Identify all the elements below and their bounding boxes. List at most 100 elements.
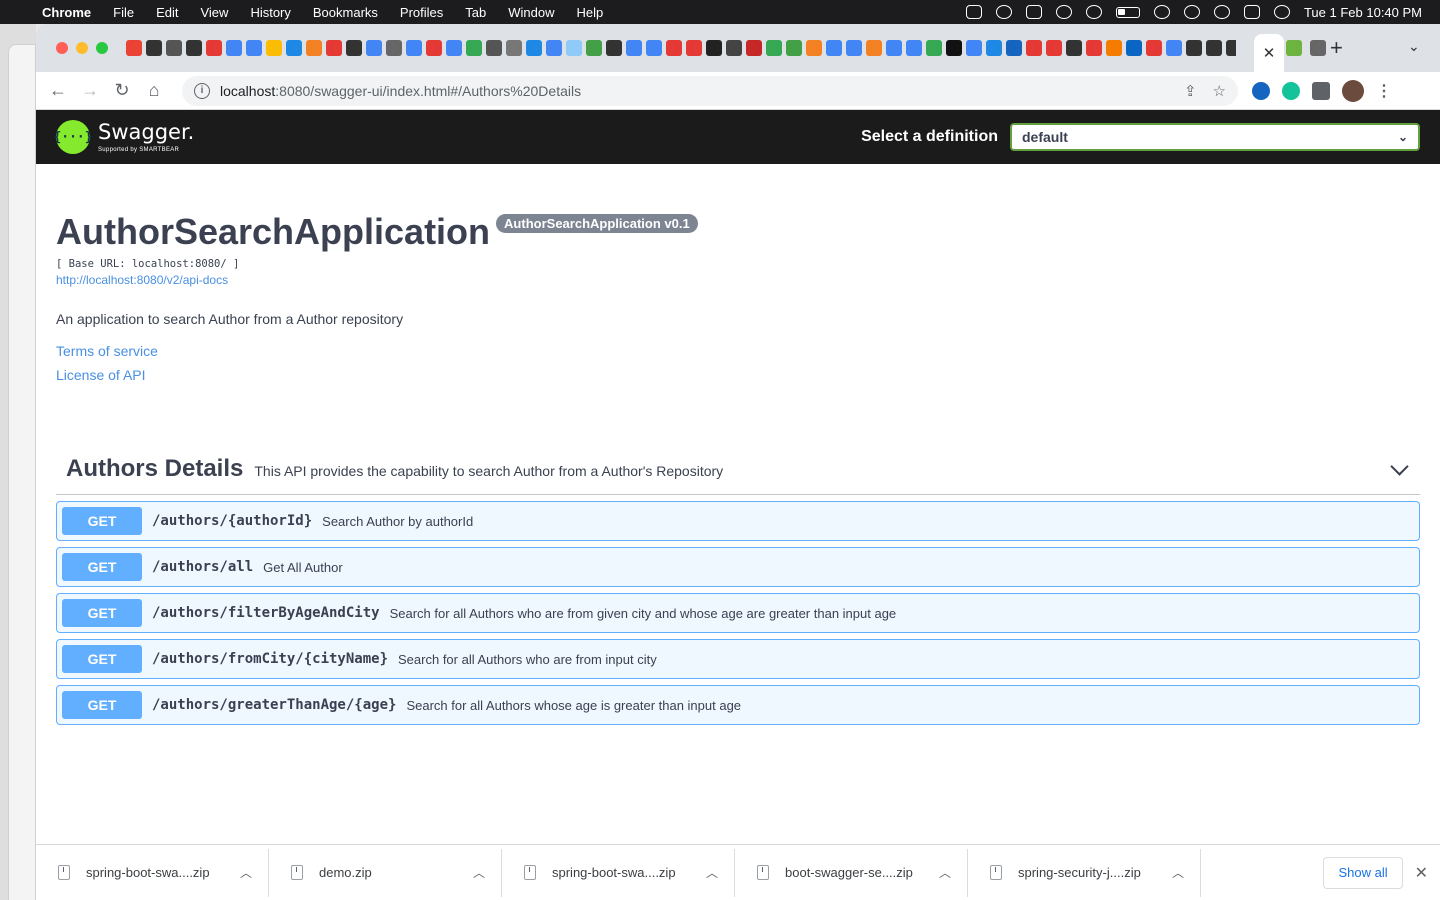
extension-icon[interactable] bbox=[1252, 81, 1270, 100]
tab-favicon-icon[interactable] bbox=[806, 40, 822, 56]
reload-icon[interactable]: ↻ bbox=[106, 80, 138, 101]
download-item[interactable]: demo.zip ︿ bbox=[269, 848, 502, 897]
tab-favicon-icon[interactable] bbox=[246, 40, 262, 56]
operation-row[interactable]: GET /authors/greaterThanAge/{age} Search… bbox=[56, 685, 1420, 725]
tab-favicon-icon[interactable] bbox=[1310, 40, 1326, 56]
home-icon[interactable]: ⌂ bbox=[138, 80, 170, 101]
tab-favicon-icon[interactable] bbox=[226, 40, 242, 56]
tab-search-chevron-icon[interactable]: ⌄ bbox=[1408, 38, 1420, 55]
tab-favicon-icon[interactable] bbox=[1126, 40, 1142, 56]
tab-favicon-icon[interactable] bbox=[326, 40, 342, 56]
back-arrow-icon[interactable]: ← bbox=[42, 80, 74, 101]
swagger-logo[interactable]: {···} Swagger. Supported by SMARTBEAR bbox=[53, 120, 194, 154]
menu-bar-clock[interactable]: Tue 1 Feb 10:40 PM bbox=[1304, 5, 1422, 20]
menu-tab[interactable]: Tab bbox=[454, 5, 497, 20]
spotlight-search-icon[interactable] bbox=[1213, 5, 1230, 19]
terms-of-service-link[interactable]: Terms of service bbox=[56, 343, 1420, 359]
tab-favicon-icon[interactable] bbox=[406, 40, 422, 56]
download-item[interactable]: spring-boot-swa....zip ︿ bbox=[36, 848, 269, 897]
tab-favicon-icon[interactable] bbox=[646, 40, 662, 56]
tab-favicon-icon[interactable] bbox=[1066, 40, 1082, 56]
operation-row[interactable]: GET /authors/all Get All Author bbox=[56, 547, 1420, 587]
chevron-up-icon[interactable]: ︿ bbox=[1172, 864, 1184, 881]
play-status-icon[interactable] bbox=[1085, 5, 1102, 19]
download-item[interactable]: spring-boot-swa....zip ︿ bbox=[502, 848, 735, 897]
site-info-icon[interactable]: i bbox=[194, 82, 210, 99]
active-tab[interactable]: ✕ bbox=[1254, 34, 1284, 72]
tab-favicon-icon[interactable] bbox=[846, 40, 862, 56]
tab-favicon-icon[interactable] bbox=[286, 40, 302, 56]
menu-bookmarks[interactable]: Bookmarks bbox=[302, 5, 389, 20]
tab-favicon-icon[interactable] bbox=[786, 40, 802, 56]
menu-view[interactable]: View bbox=[189, 5, 239, 20]
tab-favicon-icon[interactable] bbox=[506, 40, 522, 56]
show-all-button[interactable]: Show all bbox=[1323, 856, 1403, 889]
close-icon[interactable]: ✕ bbox=[1415, 863, 1428, 883]
tab-favicon-icon[interactable] bbox=[1046, 40, 1062, 56]
operation-row[interactable]: GET /authors/filterByAgeAndCity Search f… bbox=[56, 593, 1420, 633]
tab-favicon-icon[interactable] bbox=[906, 40, 922, 56]
circle-status-icon[interactable] bbox=[995, 5, 1012, 19]
tab-favicon-icon[interactable] bbox=[766, 40, 782, 56]
zoom-window-button[interactable] bbox=[96, 42, 108, 54]
tab-favicon-icon[interactable] bbox=[186, 40, 202, 56]
tab-favicon-icon[interactable] bbox=[1006, 40, 1022, 56]
address-bar[interactable]: i localhost:8080/swagger-ui/index.html#/… bbox=[182, 75, 1238, 106]
tab-favicon-icon[interactable] bbox=[826, 40, 842, 56]
menu-history[interactable]: History bbox=[239, 5, 301, 20]
forward-arrow-icon[interactable]: → bbox=[74, 80, 106, 101]
tab-favicon-icon[interactable] bbox=[726, 40, 742, 56]
tab-favicon-icon[interactable] bbox=[466, 40, 482, 56]
tab-favicon-icon[interactable] bbox=[746, 40, 762, 56]
tab-favicon-icon[interactable] bbox=[1146, 40, 1162, 56]
tab-favicon-icon[interactable] bbox=[1286, 40, 1302, 56]
grammarly-icon[interactable] bbox=[1282, 81, 1300, 100]
tab-favicon-icon[interactable] bbox=[546, 40, 562, 56]
definition-select[interactable]: default ⌄ bbox=[1010, 123, 1420, 151]
tab-favicon-icon[interactable] bbox=[146, 40, 162, 56]
tab-favicon-icon[interactable] bbox=[486, 40, 502, 56]
operation-row[interactable]: GET /authors/fromCity/{cityName} Search … bbox=[56, 639, 1420, 679]
app-status-icon[interactable] bbox=[965, 5, 982, 19]
tab-favicon-icon[interactable] bbox=[886, 40, 902, 56]
control-center-icon[interactable] bbox=[1243, 5, 1260, 19]
close-window-button[interactable] bbox=[56, 42, 68, 54]
menu-chrome[interactable]: Chrome bbox=[38, 5, 102, 20]
battery-icon[interactable] bbox=[1115, 6, 1140, 18]
chevron-up-icon[interactable]: ︿ bbox=[473, 864, 485, 881]
menu-edit[interactable]: Edit bbox=[145, 5, 189, 20]
tab-favicon-icon[interactable] bbox=[566, 40, 582, 56]
tab-favicon-icon[interactable] bbox=[126, 40, 142, 56]
tab-favicon-icon[interactable] bbox=[1186, 40, 1202, 56]
cloud-status-icon[interactable] bbox=[1055, 5, 1072, 19]
tab-favicon-icon[interactable] bbox=[926, 40, 942, 56]
tab-favicon-icon[interactable] bbox=[946, 40, 962, 56]
tab-favicon-icon[interactable] bbox=[866, 40, 882, 56]
license-link[interactable]: License of API bbox=[56, 367, 1420, 383]
close-tab-icon[interactable]: ✕ bbox=[1263, 44, 1276, 62]
menu-profiles[interactable]: Profiles bbox=[389, 5, 454, 20]
tab-favicon-icon[interactable] bbox=[686, 40, 702, 56]
m-status-icon[interactable] bbox=[1025, 5, 1042, 19]
tab-favicon-icon[interactable] bbox=[386, 40, 402, 56]
tab-favicon-icon[interactable] bbox=[1206, 40, 1222, 56]
tab-favicon-icon[interactable] bbox=[306, 40, 322, 56]
chevron-down-icon[interactable] bbox=[1390, 459, 1410, 479]
tab-favicon-icon[interactable] bbox=[1166, 40, 1182, 56]
chevron-up-icon[interactable]: ︿ bbox=[939, 864, 951, 881]
user-status-icon[interactable] bbox=[1183, 5, 1200, 19]
menu-file[interactable]: File bbox=[102, 5, 145, 20]
more-menu-icon[interactable]: ⋮ bbox=[1376, 81, 1392, 101]
tab-favicon-icon[interactable] bbox=[626, 40, 642, 56]
tab-favicon-icon[interactable] bbox=[166, 40, 182, 56]
tab-favicon-icon[interactable] bbox=[426, 40, 442, 56]
share-icon[interactable]: ⇪ bbox=[1184, 82, 1197, 100]
tab-favicon-icon[interactable] bbox=[206, 40, 222, 56]
bookmark-star-icon[interactable]: ☆ bbox=[1213, 82, 1226, 100]
new-tab-button[interactable]: + bbox=[1330, 35, 1343, 61]
siri-icon[interactable] bbox=[1273, 5, 1290, 19]
tab-favicon-icon[interactable] bbox=[966, 40, 982, 56]
tab-favicon-icon[interactable] bbox=[1106, 40, 1122, 56]
tab-favicon-icon[interactable] bbox=[526, 40, 542, 56]
tab-favicon-icon[interactable] bbox=[366, 40, 382, 56]
